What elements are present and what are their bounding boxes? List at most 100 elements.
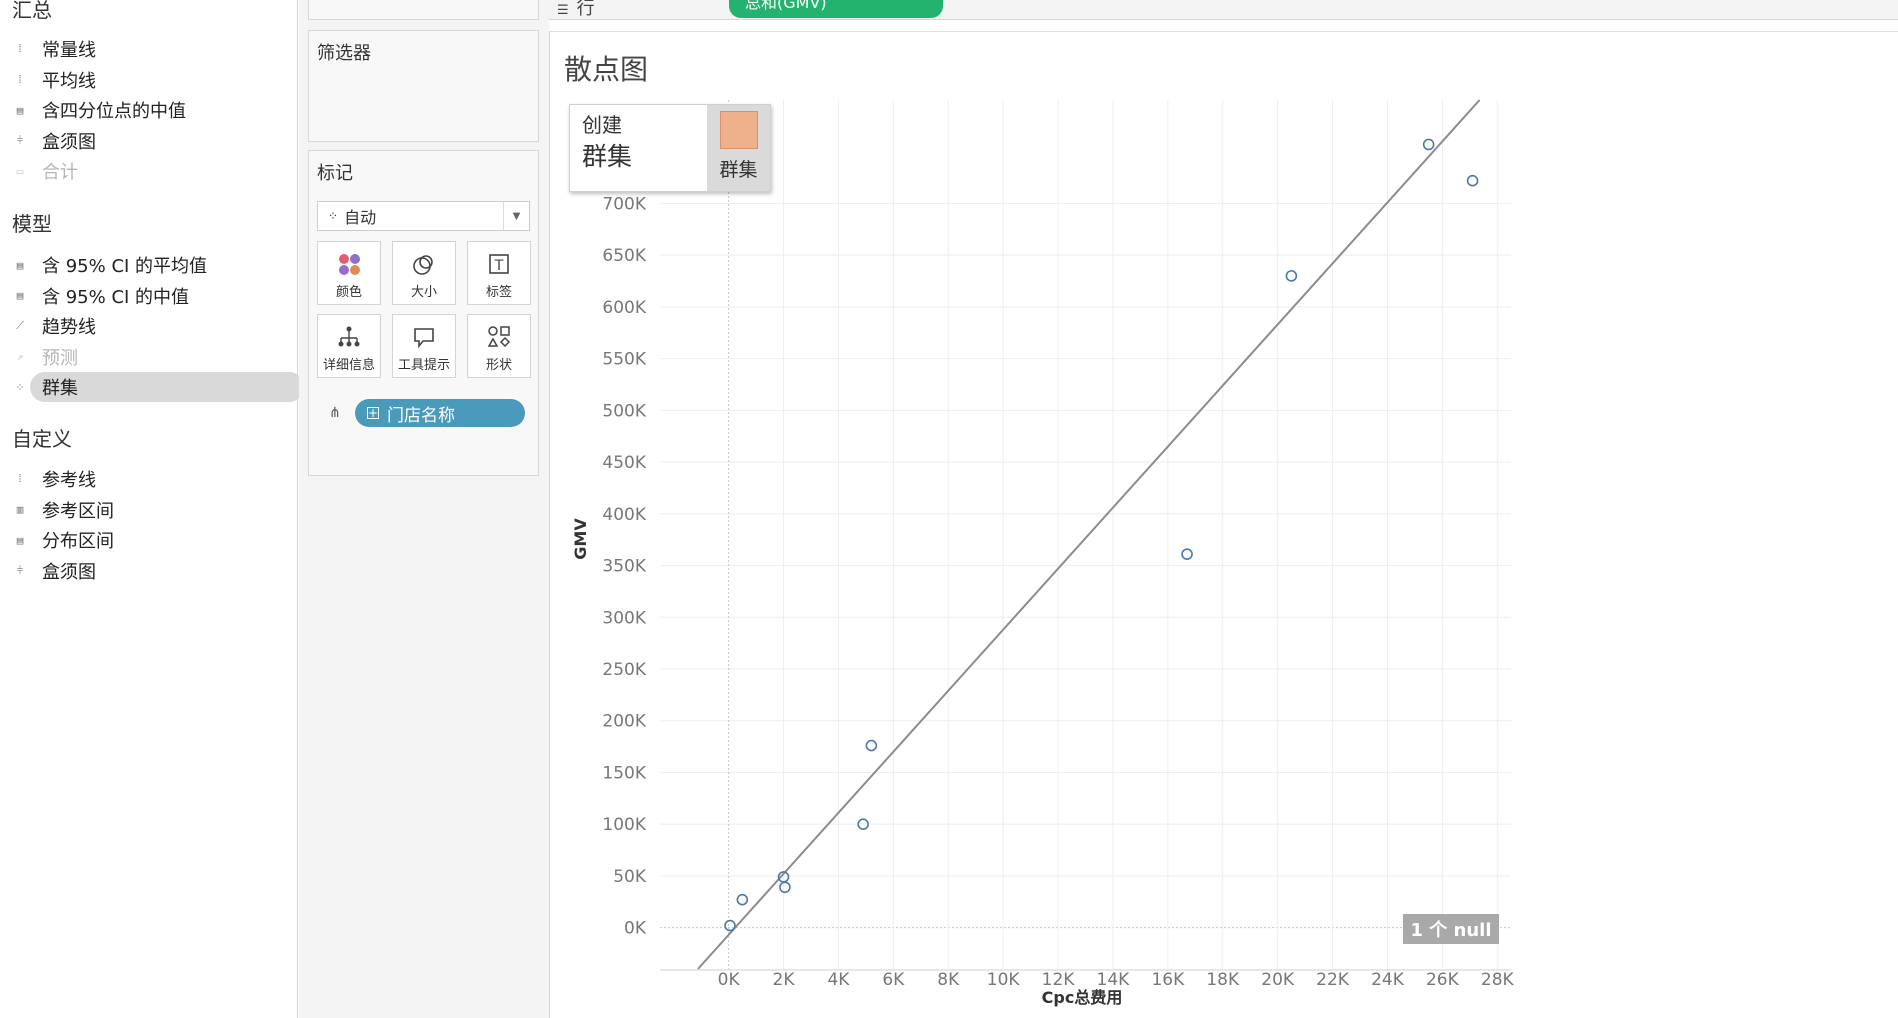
reference-line-icon: ⁞ xyxy=(16,472,24,485)
analytics-item[interactable]: ▭ 合计 xyxy=(10,156,294,186)
analytics-item[interactable]: ↗ 预测 xyxy=(10,342,294,372)
null-indicator[interactable]: 1 个 null xyxy=(1403,914,1499,944)
analytics-item-label: 常量线 xyxy=(42,40,96,61)
mark-type-dropdown[interactable]: ⁘ 自动 ▼ xyxy=(317,201,530,231)
mark-button[interactable]: 详细信息 xyxy=(317,314,381,378)
detail-field-label: 门店名称 xyxy=(387,405,455,426)
x-tick-label: 8K xyxy=(937,970,960,990)
box-plot-icon: ⫩ xyxy=(16,133,24,147)
distribution-band-icon: ▤ xyxy=(16,533,24,547)
mark-button-label: 标签 xyxy=(485,285,512,300)
forecast-icon: ↗ xyxy=(16,350,24,363)
filters-title: 筛选器 xyxy=(317,43,371,64)
mark-button-label: 工具提示 xyxy=(397,358,450,373)
median-ci-icon: ▤ xyxy=(16,289,24,302)
cluster-tile-label: 群集 xyxy=(719,159,758,181)
data-points xyxy=(724,138,1479,932)
data-point[interactable] xyxy=(1466,174,1479,187)
rows-pill-gmv[interactable]: 总和(GMV) xyxy=(729,0,943,18)
trend-line-group xyxy=(697,99,1481,970)
analytics-item[interactable]: ⫩ 盒须图 xyxy=(10,126,294,156)
analytics-item[interactable]: ▥ 参考区间 xyxy=(10,495,294,525)
x-tick-label: 2K xyxy=(773,970,796,990)
y-tick-label: 250K xyxy=(602,660,646,680)
cluster-thumbnail-icon xyxy=(719,111,758,149)
rows-shelf[interactable]: ☰ 行 总和(GMV) xyxy=(549,0,1898,20)
section-title-model: 模型 xyxy=(12,212,52,236)
data-point[interactable] xyxy=(724,919,736,932)
cluster-icon: ⁘ xyxy=(15,380,25,394)
data-point[interactable] xyxy=(865,739,878,752)
x-tick-label: 22K xyxy=(1316,970,1350,990)
worksheet-view: 散点图 0K 50K 100K 150K 200K 250K 300K 350K 400K 450… xyxy=(549,31,1898,1018)
mark-button[interactable]: 颜色 xyxy=(317,241,381,305)
x-tick-label: 24K xyxy=(1371,970,1405,990)
mark-button[interactable]: T 标签 xyxy=(467,241,531,305)
chevron-down-icon[interactable]: ▼ xyxy=(503,202,529,230)
cards-pane: 筛选器 标记 ⁘ 自动 ▼ 颜色 大小 T 标签 详细信息 工具提示 形状 ⋔ + 门店名称 xyxy=(299,0,549,1018)
analytics-item[interactable]: ⁞ 平均线 xyxy=(10,65,294,95)
data-point[interactable] xyxy=(1422,138,1435,151)
color-icon xyxy=(318,250,380,278)
analytics-item[interactable]: ⁞ 常量线 xyxy=(10,34,294,64)
cluster-drop-tile[interactable]: 群集 xyxy=(707,105,770,191)
popup-line-create: 创建 xyxy=(582,113,622,137)
reference-band-icon: ▥ xyxy=(16,503,24,516)
expand-icon[interactable]: + xyxy=(367,407,379,419)
filters-card[interactable]: 筛选器 xyxy=(308,30,539,142)
detail-field-pill[interactable]: + 门店名称 xyxy=(355,399,525,427)
analytics-item-label: 含 95% CI 的平均值 xyxy=(42,256,208,277)
data-point[interactable] xyxy=(736,893,749,906)
data-point[interactable] xyxy=(1181,548,1193,560)
mark-button[interactable]: 形状 xyxy=(467,314,531,378)
analytics-item-label: 含四分位点的中值 xyxy=(42,101,186,122)
analytics-item[interactable]: ▤ 含四分位点的中值 xyxy=(10,95,294,125)
data-point[interactable] xyxy=(1285,270,1298,282)
pages-shelf[interactable] xyxy=(308,0,539,20)
analytics-pane: 汇总 ⁞ 常量线 ⁞ 平均线 ▤ 含四分位点的中值 ⫩ 盒须图 ▭ 合计 模型 ▤ 含 95% CI… xyxy=(0,0,304,1018)
analytics-item[interactable]: ▤ 含 95% CI 的中值 xyxy=(10,281,294,311)
y-tick-label: 150K xyxy=(602,763,646,783)
rows-label: ☰ 行 xyxy=(557,0,595,20)
rows-label-text: 行 xyxy=(576,0,595,19)
section-title-summary: 汇总 xyxy=(12,0,52,22)
shape-icon xyxy=(468,323,530,351)
mark-type-value: 自动 xyxy=(344,208,377,227)
create-cluster-popup[interactable]: 创建 群集 群集 xyxy=(569,104,771,192)
x-axis: 0K 2K 4K 6K 8K 10K 12K 14K 16K 18K 20K 22K 24K 26K 28K xyxy=(660,969,1515,990)
x-tick-label: 10K xyxy=(987,970,1021,990)
analytics-item[interactable]: ⁞ 参考线 xyxy=(10,464,294,494)
size-icon xyxy=(393,250,455,278)
y-tick-label: 450K xyxy=(602,453,646,473)
y-tick-label: 550K xyxy=(602,350,646,370)
constant-line-icon: ⁞ xyxy=(16,42,24,55)
x-tick-label: 28K xyxy=(1481,970,1515,990)
x-tick-label: 20K xyxy=(1261,970,1295,990)
grid-lines xyxy=(660,100,1511,969)
x-axis-title: Cpc总费用 xyxy=(1042,988,1123,1007)
mark-button[interactable]: 工具提示 xyxy=(392,314,456,378)
y-tick-label: 350K xyxy=(602,557,646,577)
analytics-item-label: 预测 xyxy=(42,347,78,369)
tooltip-icon xyxy=(393,323,455,351)
analytics-item[interactable]: ▤ 含 95% CI 的平均值 xyxy=(10,250,294,280)
analytics-item-label: 含 95% CI 的中值 xyxy=(42,286,190,308)
analytics-item-label: 盒须图 xyxy=(42,561,96,583)
x-tick-label: 4K xyxy=(827,970,850,990)
mark-type-icon: ⁘ xyxy=(328,209,339,223)
analytics-item-label: 参考区间 xyxy=(42,500,114,522)
y-tick-label: 500K xyxy=(602,401,646,421)
analytics-item[interactable]: ▤ 分布区间 xyxy=(10,525,294,555)
mark-button[interactable]: 大小 xyxy=(392,241,456,305)
x-tick-label: 18K xyxy=(1206,970,1240,990)
data-point[interactable] xyxy=(779,881,791,894)
analytics-item[interactable]: ⫩ 盒须图 xyxy=(10,556,294,586)
analytics-item[interactable]: ⁘ 群集 xyxy=(10,372,304,402)
y-axis-title: GMV xyxy=(571,518,590,560)
analytics-item[interactable]: ⟋ 趋势线 xyxy=(10,311,294,341)
section-title-custom: 自定义 xyxy=(12,427,72,451)
totals-icon: ▭ xyxy=(16,164,24,178)
label-icon: T xyxy=(468,250,530,278)
marks-card: 标记 ⁘ 自动 ▼ 颜色 大小 T 标签 详细信息 工具提示 形状 ⋔ + 门店名称 xyxy=(308,150,539,476)
analytics-item-label: 群集 xyxy=(42,378,78,399)
